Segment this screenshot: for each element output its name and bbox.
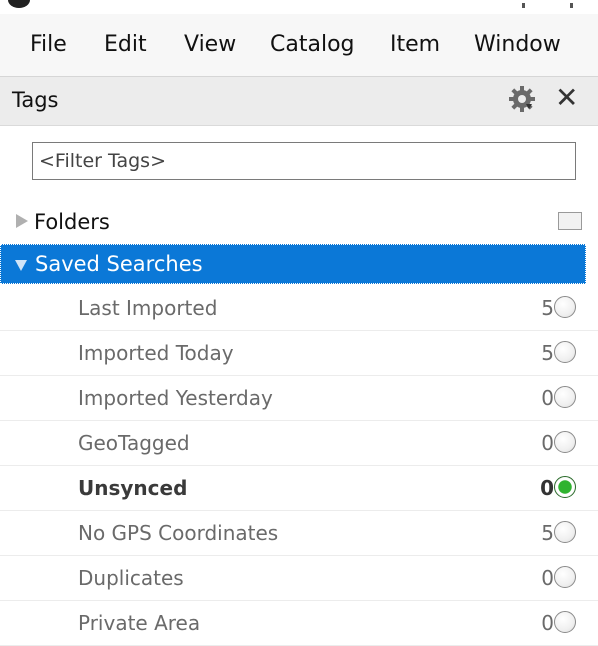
- item-label: Imported Yesterday: [78, 386, 273, 410]
- radio-icon[interactable]: [554, 296, 576, 318]
- menu-bar: File Edit View Catalog Item Window: [0, 14, 598, 77]
- item-label: Unsynced: [78, 476, 188, 500]
- item-count: 0: [541, 431, 554, 455]
- item-count: 0: [541, 386, 554, 410]
- radio-selected-icon[interactable]: [554, 476, 576, 498]
- saved-search-item[interactable]: Duplicates 0: [0, 556, 598, 601]
- folder-box-icon[interactable]: [558, 212, 582, 230]
- window-top-strip: [0, 0, 598, 14]
- item-label: GeoTagged: [78, 431, 190, 455]
- radio-icon[interactable]: [554, 431, 576, 453]
- window-edge-mark: [522, 3, 525, 8]
- item-label: Imported Today: [78, 341, 234, 365]
- saved-search-item[interactable]: Imported Today 5: [0, 331, 598, 376]
- radio-icon[interactable]: [554, 386, 576, 408]
- chevron-down-icon[interactable]: [15, 260, 27, 271]
- item-label: Last Imported: [78, 296, 218, 320]
- saved-search-item-active[interactable]: Unsynced 0: [0, 466, 598, 511]
- saved-searches-label: Saved Searches: [35, 252, 203, 276]
- radio-icon[interactable]: [554, 566, 576, 588]
- item-count: 0: [540, 476, 554, 500]
- item-count: 5: [541, 341, 554, 365]
- menu-item[interactable]: Item: [390, 32, 440, 57]
- tree-folders[interactable]: Folders: [0, 200, 598, 244]
- radio-icon[interactable]: [554, 611, 576, 633]
- item-count: 0: [541, 611, 554, 635]
- item-count: 0: [541, 566, 554, 590]
- item-count: 5: [541, 296, 554, 320]
- chevron-right-icon[interactable]: [16, 214, 28, 228]
- menu-view[interactable]: View: [184, 32, 236, 57]
- item-label: Private Area: [78, 611, 201, 635]
- radio-icon[interactable]: [554, 341, 576, 363]
- item-count: 5: [541, 521, 554, 545]
- menu-catalog[interactable]: Catalog: [270, 32, 355, 57]
- item-label: Duplicates: [78, 566, 184, 590]
- filter-tags-input[interactable]: [32, 142, 576, 180]
- close-icon[interactable]: ✕: [555, 83, 578, 113]
- menu-file[interactable]: File: [30, 32, 67, 57]
- gear-icon[interactable]: [508, 85, 536, 113]
- filter-area: [0, 126, 598, 198]
- saved-search-item[interactable]: Imported Yesterday 0: [0, 376, 598, 421]
- saved-search-item[interactable]: GeoTagged 0: [0, 421, 598, 466]
- saved-search-item[interactable]: Private Area 0: [0, 601, 598, 646]
- item-label: No GPS Coordinates: [78, 521, 279, 545]
- folders-label: Folders: [34, 210, 110, 234]
- menu-edit[interactable]: Edit: [104, 32, 147, 57]
- radio-icon[interactable]: [554, 521, 576, 543]
- window-edge-mark: [570, 3, 573, 8]
- tags-panel-header: Tags ✕: [0, 77, 598, 126]
- saved-search-item[interactable]: No GPS Coordinates 5: [0, 511, 598, 556]
- row-edge: [586, 244, 598, 284]
- saved-search-item[interactable]: Last Imported 5: [0, 286, 598, 331]
- panel-title: Tags: [12, 88, 59, 112]
- app-logo-fragment: [8, 0, 30, 8]
- saved-searches-list: Last Imported 5 Imported Today 5 Importe…: [0, 286, 598, 646]
- tree-saved-searches[interactable]: Saved Searches: [0, 244, 586, 284]
- menu-window[interactable]: Window: [474, 32, 561, 57]
